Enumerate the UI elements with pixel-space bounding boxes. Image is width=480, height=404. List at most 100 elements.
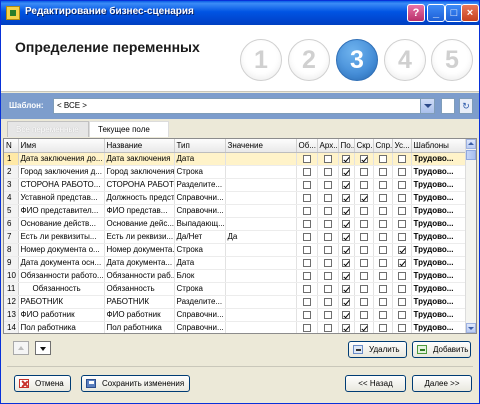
checkbox-cell[interactable] [354,217,374,231]
checkbox-cell[interactable] [338,165,355,179]
tab-all-variables[interactable]: Все переменные [7,121,89,137]
cell-value[interactable] [225,178,297,192]
cell-name[interactable]: ФИО работник [18,308,105,322]
checkbox-cell[interactable] [338,295,355,309]
row-number[interactable]: 11 [4,282,19,296]
checkbox-unchecked[interactable] [378,297,387,306]
cell-value[interactable] [225,321,297,333]
cell-name[interactable]: Номер документа о... [18,243,105,257]
row-number[interactable]: 10 [4,269,19,283]
checkbox-cell[interactable] [338,256,355,270]
checkbox-cell[interactable] [373,204,393,218]
checkbox-cell[interactable] [317,295,339,309]
cancel-button[interactable]: Отмена [14,375,71,392]
table-row[interactable]: 2 Город заключения д... Город заключения Ст… [4,165,467,179]
table-row[interactable]: 8 Номер документа о... Номер документа... С… [4,243,467,257]
checkbox-cell[interactable] [392,243,412,257]
checkbox-unchecked[interactable] [359,167,368,176]
column-header[interactable]: Шаблоны [411,139,467,153]
cell-type[interactable]: Строка [174,243,226,257]
checkbox-unchecked[interactable] [323,193,332,202]
checkbox-unchecked[interactable] [302,258,311,267]
save-button[interactable]: Сохранить изменения [81,375,190,392]
table-row[interactable]: 13 ФИО работник ФИО работник Справочни... Тр… [4,308,467,322]
checkbox-cell[interactable] [317,191,339,205]
checkbox-cell[interactable] [317,308,339,322]
checkbox-cell[interactable] [354,282,374,296]
checkbox-unchecked[interactable] [397,180,406,189]
checkbox-cell[interactable] [317,152,339,166]
cell-name[interactable]: Уставной представ... [18,191,105,205]
checkbox-unchecked[interactable] [323,206,332,215]
checkbox-cell[interactable] [392,282,412,296]
checkbox-unchecked[interactable] [378,258,387,267]
checkbox-cell[interactable] [392,178,412,192]
row-number[interactable]: 4 [4,191,19,205]
checkbox-cell[interactable] [392,269,412,283]
checkbox-unchecked[interactable] [397,271,406,280]
checkbox-cell[interactable] [338,269,355,283]
checkbox-checked[interactable] [342,180,350,189]
checkbox-cell[interactable] [317,256,339,270]
checkbox-cell[interactable] [317,217,339,231]
checkbox-unchecked[interactable] [378,245,387,254]
row-number[interactable]: 12 [4,295,19,309]
checkbox-unchecked[interactable] [323,232,332,241]
checkbox-unchecked[interactable] [302,323,311,332]
checkbox-cell[interactable] [338,308,355,322]
checkbox-unchecked[interactable] [302,154,311,163]
checkbox-cell[interactable] [373,217,393,231]
checkbox-checked[interactable] [342,310,350,319]
checkbox-cell[interactable] [392,165,412,179]
checkbox-cell[interactable] [354,204,374,218]
checkbox-cell[interactable] [338,191,355,205]
checkbox-cell[interactable] [392,191,412,205]
back-button[interactable]: << Назад [345,375,406,392]
checkbox-unchecked[interactable] [323,219,332,228]
checkbox-cell[interactable] [317,178,339,192]
checkbox-cell[interactable] [373,282,393,296]
checkbox-unchecked[interactable] [359,245,368,254]
checkbox-unchecked[interactable] [302,193,311,202]
cell-type[interactable]: Строка [174,282,226,296]
checkbox-unchecked[interactable] [378,284,387,293]
checkbox-unchecked[interactable] [378,323,387,332]
chevron-down-icon[interactable] [420,99,434,113]
checkbox-unchecked[interactable] [378,193,387,202]
checkbox-unchecked[interactable] [359,206,368,215]
checkbox-unchecked[interactable] [397,206,406,215]
checkbox-cell[interactable] [354,230,374,244]
checkbox-unchecked[interactable] [323,245,332,254]
checkbox-unchecked[interactable] [323,297,332,306]
table-row[interactable]: 10 Обязанности работо... Обязанности раб..… [4,269,467,283]
checkbox-cell[interactable] [373,152,393,166]
checkbox-cell[interactable] [296,308,318,322]
cell-templates[interactable]: Трудово... [411,282,467,296]
table-row[interactable]: 9 Дата документа осн... Дата документа... Д… [4,256,467,270]
checkbox-checked[interactable] [359,193,368,202]
cell-title[interactable]: Обязанность [104,282,175,296]
checkbox-checked[interactable] [397,245,406,254]
checkbox-checked[interactable] [342,258,350,267]
checkbox-cell[interactable] [317,165,339,179]
column-header[interactable]: Скр... [354,139,374,153]
checkbox-cell[interactable] [338,152,355,166]
checkbox-cell[interactable] [354,256,374,270]
table-row[interactable]: 4 Уставной представ... Должность предст...… [4,191,467,205]
cell-value[interactable] [225,243,297,257]
checkbox-cell[interactable] [373,243,393,257]
checkbox-unchecked[interactable] [323,323,332,332]
cell-templates[interactable]: Трудово... [411,217,467,231]
checkbox-unchecked[interactable] [378,206,387,215]
checkbox-unchecked[interactable] [302,219,311,228]
checkbox-cell[interactable] [373,230,393,244]
cell-templates[interactable]: Трудово... [411,178,467,192]
checkbox-cell[interactable] [317,282,339,296]
checkbox-cell[interactable] [296,269,318,283]
cell-value[interactable] [225,217,297,231]
checkbox-cell[interactable] [373,308,393,322]
row-number[interactable]: 3 [4,178,19,192]
checkbox-cell[interactable] [392,295,412,309]
cell-name[interactable]: СТОРОНА РАБОТО... [18,178,105,192]
cell-name[interactable]: Город заключения д... [18,165,105,179]
